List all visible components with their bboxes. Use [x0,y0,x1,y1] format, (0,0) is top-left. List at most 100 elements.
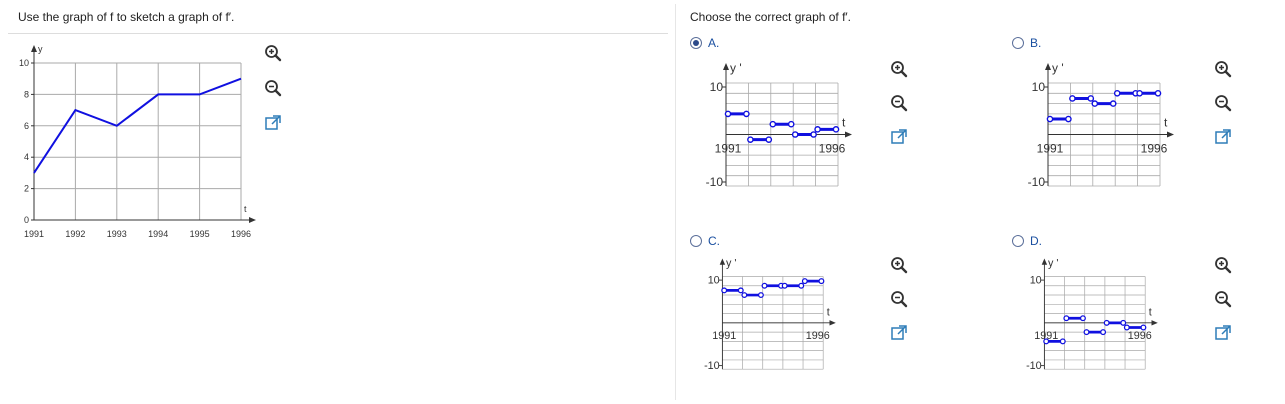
open-endpoint [818,278,825,285]
t-axis-label: t [1164,116,1168,130]
open-endpoint [743,110,750,118]
popout-icon[interactable] [890,128,908,146]
option-label: D. [1030,234,1042,248]
zoom-out-icon[interactable] [1214,94,1232,112]
open-endpoint [1136,90,1143,97]
y-axis-arrow [1041,258,1048,265]
t-axis-arrow [829,320,836,326]
zoom-in-icon[interactable] [890,256,908,274]
zoom-in-icon[interactable] [1214,60,1232,78]
x-start-label: 1991 [1037,142,1064,156]
open-endpoint [814,126,821,133]
t-axis-arrow [249,217,256,223]
t-axis-label: t [827,307,830,319]
y-bottom-label: -10 [704,360,720,372]
option-a[interactable]: A. [690,36,719,50]
radio-option-b[interactable] [1012,37,1024,49]
popout-icon[interactable] [1214,128,1232,146]
x-tick-label: 1991 [24,229,44,239]
t-axis-label: t [842,116,846,130]
open-endpoint [721,287,728,294]
open-endpoint [801,278,808,285]
open-endpoint [1043,338,1050,345]
open-endpoint [781,282,788,289]
question-text: Choose the correct graph of f′. [690,10,852,24]
option-b-graph: y ' 10 -10 t 1991 1996 [1028,61,1174,189]
open-endpoint [1154,90,1162,97]
open-endpoint [832,126,840,133]
open-endpoint [1103,319,1110,326]
x-tick-label: 1995 [190,229,210,239]
y-tick-label: 6 [24,121,29,131]
popout-icon[interactable] [1214,324,1232,342]
open-endpoint [1046,115,1054,123]
x-tick-label: 1993 [107,229,127,239]
zoom-out-icon[interactable] [890,94,908,112]
y-axis-arrow [723,63,729,70]
popout-icon[interactable] [890,324,908,342]
y-axis-label: y ' [726,258,736,270]
radio-option-a[interactable] [690,37,702,49]
x-start-label: 1991 [712,330,736,342]
x-end-label: 1996 [819,142,846,156]
open-endpoint [747,136,754,143]
x-tick-label: 1996 [231,229,251,239]
open-endpoint [1059,338,1066,345]
f-grid [33,62,242,221]
y-tick-label: 4 [24,152,29,162]
open-endpoint [1069,95,1076,102]
open-endpoint [1063,315,1070,322]
y-axis-arrow [31,45,37,52]
y-bottom-label: -10 [706,175,724,189]
panel-divider [675,4,676,400]
open-endpoint [1083,329,1090,336]
x-end-label: 1996 [1128,330,1152,342]
open-endpoint [724,110,732,118]
y-top-label: 10 [710,80,724,94]
open-endpoint [810,131,817,138]
x-tick-label: 1994 [148,229,168,239]
t-axis-label: t [1149,307,1152,319]
zoom-in-icon[interactable] [890,60,908,78]
open-endpoint [1109,100,1117,107]
option-c-graph: y ' 10 -10 t 1991 1996 [704,258,836,372]
t-axis-arrow [1167,131,1174,138]
open-endpoint [1087,95,1095,102]
option-c[interactable]: C. [690,234,720,248]
option-b[interactable]: B. [1012,36,1041,50]
open-endpoint [1123,324,1130,331]
f-axes [31,45,256,223]
zoom-out-icon[interactable] [264,79,282,97]
y-bottom-label: -10 [1028,175,1046,189]
zoom-in-icon[interactable] [264,44,282,62]
open-endpoint [1100,329,1107,336]
x-end-label: 1996 [806,330,830,342]
x-start-label: 1991 [715,142,742,156]
option-d-graph: y '10-10t1991 1996 [1026,258,1158,372]
option-label: C. [708,234,720,248]
y-tick-label: 0 [24,215,29,225]
y-axis-arrow [1045,63,1051,70]
open-endpoint [1113,90,1121,97]
option-label: B. [1030,36,1042,50]
zoom-out-icon[interactable] [890,290,908,308]
open-endpoint [1079,315,1086,322]
popout-icon[interactable] [264,114,282,132]
open-endpoint [737,287,744,294]
x-tick-label: 1992 [65,229,85,239]
open-endpoint [765,136,773,143]
radio-option-c[interactable] [690,235,702,247]
t-axis-arrow [845,131,852,138]
open-endpoint [1140,324,1147,331]
radio-option-d[interactable] [1012,235,1024,247]
zoom-out-icon[interactable] [1214,290,1232,308]
option-d[interactable]: D. [1012,234,1042,248]
header-divider [8,33,668,34]
y-top-label: 10 [1032,80,1046,94]
y-axis-arrow [719,258,726,265]
open-endpoint [757,292,764,299]
zoom-in-icon[interactable] [1214,256,1232,274]
t-axis-arrow [1151,320,1158,326]
prompt-text: Use the graph of f to sketch a graph of … [18,10,235,24]
option-label: A. [708,36,720,50]
